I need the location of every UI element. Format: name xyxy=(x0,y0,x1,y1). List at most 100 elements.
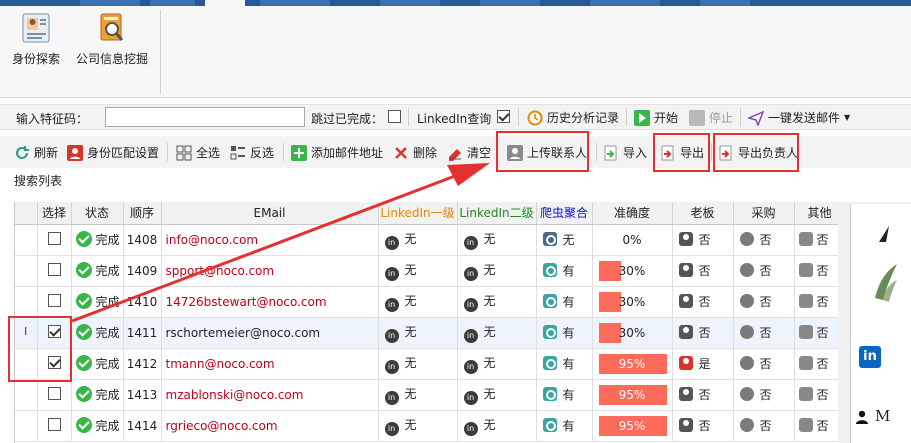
send-mail-dropdown[interactable]: 一键发送邮件 ▼ xyxy=(748,109,850,126)
column-header-other[interactable]: 其他 xyxy=(794,202,838,225)
email-cell[interactable]: mzablonski@noco.com xyxy=(161,379,379,411)
row-select-checkbox[interactable] xyxy=(47,231,61,245)
linkedin1-value: 无 xyxy=(404,231,417,246)
linkedin-icon: in xyxy=(463,235,478,250)
status-text: 完成 xyxy=(95,388,120,402)
export-owner-button[interactable]: 导出负责人 xyxy=(718,144,798,161)
crawler-value: 有 xyxy=(562,295,575,309)
boss-user-icon xyxy=(678,418,693,432)
purchase-cell: 否 xyxy=(733,286,795,318)
column-header-select[interactable]: 选择 xyxy=(37,202,72,225)
select-cell[interactable] xyxy=(37,317,72,349)
export-label: 导出 xyxy=(680,146,705,160)
table-row[interactable]: 完成 1411 rschortemeier@noco.com in 无 in 无 有 30% 否 否… xyxy=(15,317,838,349)
status-cell: 完成 xyxy=(71,379,124,411)
select-cell[interactable] xyxy=(37,255,72,287)
table-row[interactable]: 完成 1408 info@noco.com in 无 in 无 无 0% 否 否 否 xyxy=(15,224,838,256)
eraser-icon xyxy=(449,148,461,161)
refresh-button[interactable]: 刷新 xyxy=(14,144,58,161)
crawler-cell: 有 xyxy=(536,410,593,442)
email-cell[interactable]: spport@noco.com xyxy=(161,255,379,287)
ribbon: 身份探索 公司信息挖掘 xyxy=(0,6,911,98)
company-info-mining-button[interactable]: 公司信息挖掘 xyxy=(76,12,148,67)
row-select-checkbox[interactable] xyxy=(47,355,61,369)
accuracy-bar-wrap: 30% xyxy=(597,291,668,312)
row-indicator[interactable] xyxy=(15,255,38,287)
start-button[interactable]: 开始 xyxy=(634,109,678,126)
select-cell[interactable] xyxy=(37,286,72,318)
purchase-cell: 否 xyxy=(733,379,795,411)
export-button[interactable]: 导出 xyxy=(660,144,704,161)
identity-explore-button[interactable]: 身份探索 xyxy=(12,12,60,67)
skip-done-checkbox[interactable] xyxy=(388,110,401,123)
email-cell[interactable]: rschortemeier@noco.com xyxy=(161,317,379,349)
stop-button[interactable]: 停止 xyxy=(689,109,733,126)
select-cell[interactable] xyxy=(37,224,72,256)
column-header-accuracy[interactable]: 准确度 xyxy=(592,202,673,225)
email-cell[interactable]: tmann@noco.com xyxy=(161,348,379,380)
linkedin1-value: 无 xyxy=(404,262,417,277)
delete-button[interactable]: 删除 xyxy=(393,144,437,161)
column-header-boss[interactable]: 老板 xyxy=(672,202,734,225)
column-header-crawler[interactable]: 爬虫聚合 xyxy=(536,202,593,225)
column-header-linkedin1[interactable]: LinkedIn一级 xyxy=(378,202,458,225)
linkedin1-cell: in 无 xyxy=(378,255,458,287)
boss-user-icon xyxy=(678,356,693,370)
row-select-checkbox[interactable] xyxy=(47,417,61,431)
linkedin-icon: in xyxy=(384,235,399,250)
delete-x-icon xyxy=(395,146,407,159)
row-select-checkbox[interactable] xyxy=(47,293,61,307)
row-indicator[interactable] xyxy=(15,348,38,380)
other-value: 否 xyxy=(816,357,829,371)
email-cell[interactable]: info@noco.com xyxy=(161,224,379,256)
row-select-checkbox[interactable] xyxy=(47,386,61,400)
column-header-linkedin2[interactable]: LinkedIn二级 xyxy=(457,202,537,225)
play-icon xyxy=(634,109,650,126)
linkedin-logo-icon[interactable]: in xyxy=(859,346,881,368)
row-indicator[interactable] xyxy=(15,379,38,411)
select-cell[interactable] xyxy=(37,410,72,442)
table-row[interactable]: 完成 1412 tmann@noco.com in 无 in 无 有 95% 是 否 否 xyxy=(15,348,838,380)
purchase-value: 否 xyxy=(759,357,772,371)
linkedin1-cell: in 无 xyxy=(378,348,458,380)
table-row[interactable]: 完成 1414 rgrieco@noco.com in 无 in 无 有 95% 否 否 否 xyxy=(15,410,838,442)
column-header-status[interactable]: 状态 xyxy=(71,202,124,225)
linkedin-query-checkbox[interactable] xyxy=(497,110,510,123)
email-cell[interactable]: 14726bstewart@noco.com xyxy=(161,286,379,318)
select-all-button[interactable]: 全选 xyxy=(176,144,220,161)
column-header-order[interactable]: 顺序 xyxy=(123,202,162,225)
linkedin-icon: in xyxy=(463,390,478,405)
row-select-checkbox[interactable] xyxy=(47,324,61,338)
select-cell[interactable] xyxy=(37,379,72,411)
history-records-button[interactable]: 历史分析记录 xyxy=(527,109,619,126)
check-circle-icon xyxy=(75,386,92,402)
select-cell[interactable] xyxy=(37,348,72,380)
row-indicator[interactable] xyxy=(15,224,38,256)
row-select-checkbox[interactable] xyxy=(47,262,61,276)
table-row[interactable]: 完成 1410 14726bstewart@noco.com in 无 in 无 有 30% 否 否… xyxy=(15,286,838,318)
check-square-icon xyxy=(798,325,813,339)
row-indicator[interactable] xyxy=(15,286,38,318)
import-button[interactable]: 导入 xyxy=(603,144,647,161)
column-header-email[interactable]: EMail xyxy=(161,202,379,225)
add-email-button[interactable]: 添加邮件地址 xyxy=(291,144,383,161)
side-preview-panel: in M xyxy=(838,202,911,443)
invert-selection-button[interactable]: 反选 xyxy=(230,144,274,161)
start-label: 开始 xyxy=(654,111,679,125)
email-cell[interactable]: rgrieco@noco.com xyxy=(161,410,379,442)
accuracy-text: 95% xyxy=(618,387,646,402)
row-indicator[interactable] xyxy=(15,410,38,442)
identity-match-settings-button[interactable]: 身份匹配设置 xyxy=(67,144,159,161)
feature-code-input[interactable] xyxy=(105,107,305,127)
table-row[interactable]: 完成 1413 mzablonski@noco.com in 无 in 无 有 95% 否 否 否 xyxy=(15,379,838,411)
toolbar-separator xyxy=(518,108,519,126)
check-square-icon xyxy=(798,356,813,370)
upload-contacts-button[interactable]: 上传联系人 xyxy=(507,144,587,161)
select-all-icon xyxy=(176,145,192,160)
accuracy-cell: 0% xyxy=(592,224,673,256)
table-row[interactable]: 完成 1409 spport@noco.com in 无 in 无 有 30% 否 否 否 xyxy=(15,255,838,287)
column-header-purchase[interactable]: 采购 xyxy=(733,202,795,225)
check-square-icon xyxy=(798,263,813,277)
status-text: 完成 xyxy=(95,419,120,433)
clear-button[interactable]: 清空 xyxy=(447,144,491,161)
